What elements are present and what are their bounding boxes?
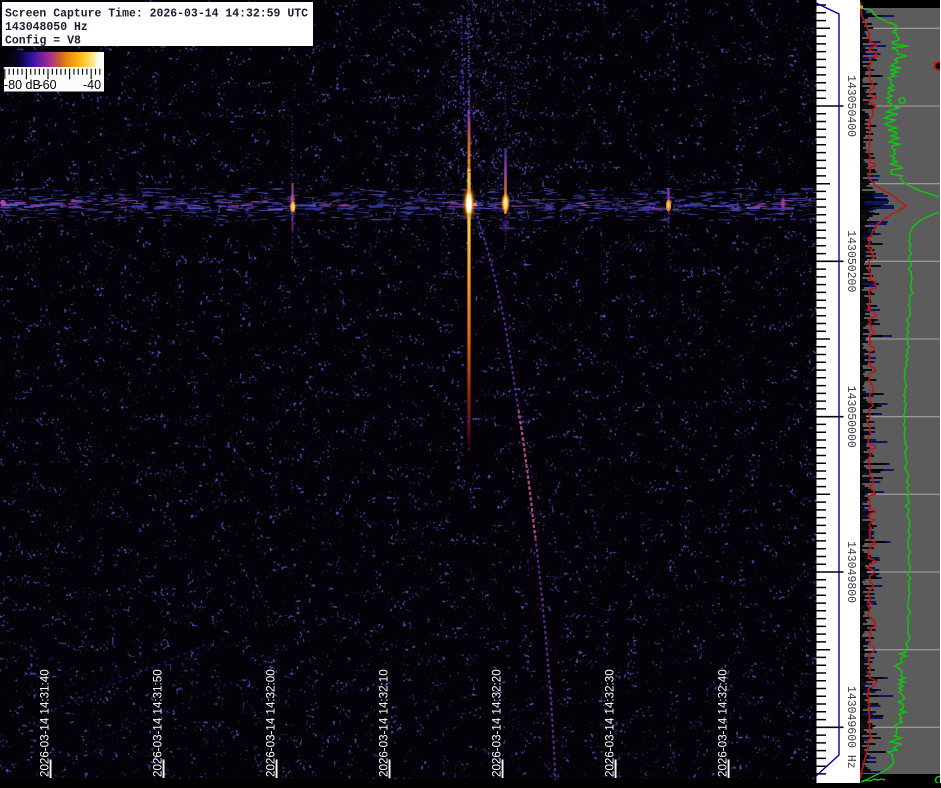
svg-text:-80 dB: -80 dB <box>4 78 41 92</box>
svg-text:143050200: 143050200 <box>844 230 857 292</box>
svg-text:2026-03-14 14:32:20: 2026-03-14 14:32:20 <box>491 669 504 777</box>
svg-text:143050000: 143050000 <box>844 386 857 448</box>
svg-text:Screen Capture Time: 2026-03-1: Screen Capture Time: 2026-03-14 14:32:59… <box>5 8 308 21</box>
svg-text:2026-03-14 14:32:00: 2026-03-14 14:32:00 <box>265 669 278 777</box>
svg-text:143049800: 143049800 <box>844 541 857 603</box>
svg-text:143049600 Hz: 143049600 Hz <box>844 686 857 769</box>
svg-text:143048050 Hz: 143048050 Hz <box>5 21 88 34</box>
svg-text:Config = V8: Config = V8 <box>5 35 81 48</box>
svg-text:-40: -40 <box>83 78 101 92</box>
svg-text:2026-03-14 14:31:40: 2026-03-14 14:31:40 <box>39 669 52 777</box>
svg-text:2026-03-14 14:32:40: 2026-03-14 14:32:40 <box>717 669 730 777</box>
svg-text:2026-03-14 14:32:10: 2026-03-14 14:32:10 <box>378 669 391 777</box>
svg-text:2026-03-14 14:32:30: 2026-03-14 14:32:30 <box>604 669 617 777</box>
svg-text:143050400: 143050400 <box>844 75 857 137</box>
svg-text:2026-03-14 14:31:50: 2026-03-14 14:31:50 <box>152 669 165 777</box>
svg-text:-60: -60 <box>39 78 57 92</box>
